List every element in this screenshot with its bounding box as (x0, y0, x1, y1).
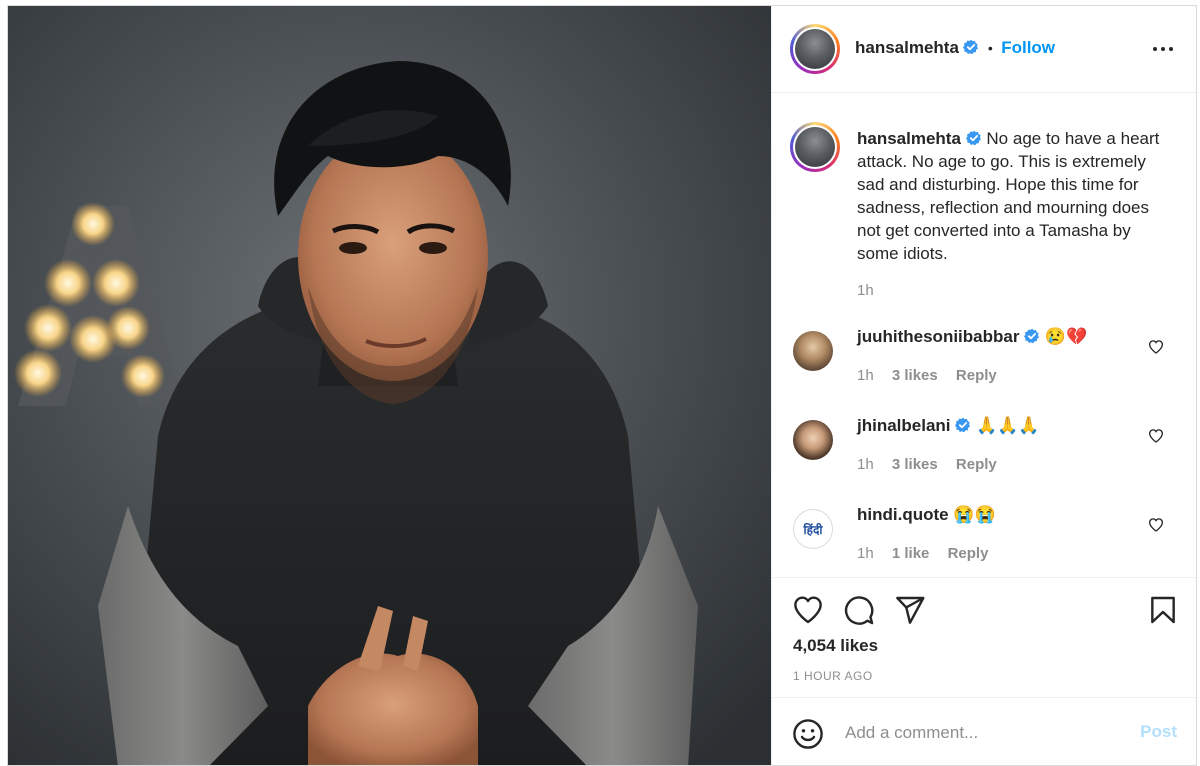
header-separator: • (987, 40, 993, 56)
author-username[interactable]: hansalmehta (855, 38, 959, 57)
post-timestamp[interactable]: 1 HOUR AGO (793, 669, 873, 683)
post-side-panel: hansalmehta • Follow hansalmehta No age … (771, 6, 1196, 765)
commenter-avatar[interactable]: हिंदी (793, 509, 833, 549)
reply-button[interactable]: Reply (948, 545, 989, 562)
comment-heart-icon[interactable] (1148, 428, 1164, 444)
reply-button[interactable]: Reply (956, 367, 997, 384)
more-icon[interactable] (1153, 44, 1175, 54)
comment-text: 😢💔 (1044, 327, 1088, 346)
share-icon[interactable] (894, 594, 926, 626)
comment-icon[interactable] (843, 594, 875, 626)
post-actions: 4,054 likes 1 HOUR AGO Post (772, 577, 1196, 765)
commenter-username[interactable]: juuhithesoniibabbar (857, 327, 1019, 346)
likes-count[interactable]: 4,054 likes (793, 636, 878, 656)
verified-badge-icon (965, 130, 981, 146)
verified-badge-icon (1024, 328, 1040, 344)
reply-button[interactable]: Reply (956, 456, 997, 473)
comment-input[interactable] (843, 720, 1107, 746)
commenter-avatar-text: हिंदी (803, 523, 823, 537)
commenter-username[interactable]: jhinalbelani (857, 416, 951, 435)
post-photo-illustration (8, 6, 771, 765)
caption-username[interactable]: hansalmehta (857, 129, 961, 148)
heart-icon[interactable] (792, 594, 824, 626)
emoji-icon[interactable] (792, 718, 824, 750)
author-avatar[interactable] (790, 24, 840, 74)
commenter-avatar[interactable] (793, 420, 833, 460)
comment-likes[interactable]: 3 likes (892, 456, 938, 473)
post-caption: hansalmehta No age to have a heart attac… (857, 127, 1167, 302)
caption-text: No age to have a heart attack. No age to… (857, 129, 1160, 263)
comment-likes[interactable]: 3 likes (892, 367, 938, 384)
comment-likes[interactable]: 1 like (892, 545, 930, 562)
caption-author-avatar[interactable] (790, 122, 840, 172)
comment-text: 🙏🙏🙏 (976, 416, 1040, 435)
comment-heart-icon[interactable] (1148, 517, 1164, 533)
post-button[interactable]: Post (1140, 722, 1177, 742)
caption-time[interactable]: 1h (857, 279, 1167, 302)
comment-item: juuhithesoniibabbar 😢💔 1h 3 likes Reply (772, 327, 1196, 411)
verified-badge-icon (955, 417, 971, 433)
post-photo[interactable] (8, 6, 771, 765)
commenter-avatar[interactable] (793, 331, 833, 371)
comment-time[interactable]: 1h (857, 456, 874, 473)
comment-time[interactable]: 1h (857, 367, 874, 384)
verified-badge-icon (963, 39, 979, 55)
bookmark-icon[interactable] (1147, 594, 1179, 626)
comment-text: 😭😭 (953, 505, 996, 524)
comment-item: jhinalbelani 🙏🙏🙏 1h 3 likes Reply (772, 416, 1196, 500)
commenter-username[interactable]: hindi.quote (857, 505, 949, 524)
post-dialog: hansalmehta • Follow hansalmehta No age … (7, 5, 1197, 766)
comment-time[interactable]: 1h (857, 545, 874, 562)
post-header: hansalmehta • Follow (772, 6, 1196, 93)
comment-composer: Post (772, 697, 1196, 765)
follow-button[interactable]: Follow (1001, 38, 1055, 57)
comment-heart-icon[interactable] (1148, 339, 1164, 355)
